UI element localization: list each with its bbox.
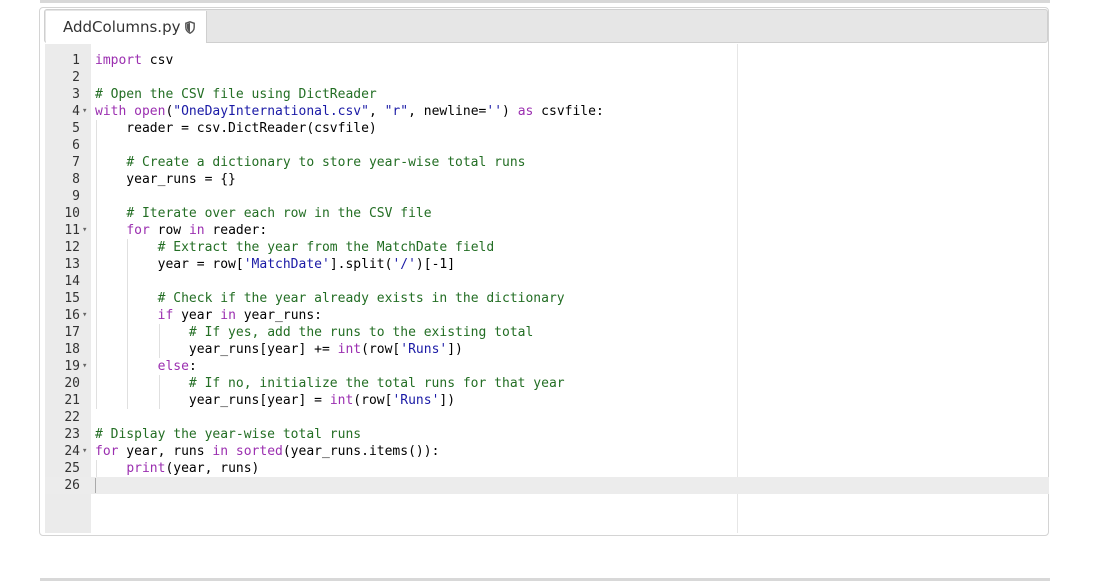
indent-guide (96, 120, 97, 409)
code-line[interactable]: 15 # Check if the year already exists in… (45, 290, 1049, 307)
line-number: 12 (64, 240, 80, 255)
line-number: 6 (72, 138, 80, 153)
fold-toggle-icon[interactable]: ▾ (82, 222, 92, 239)
line-number: 8 (72, 172, 80, 187)
code-line[interactable]: 9 (45, 188, 1049, 205)
code-line[interactable]: 24 ▾ for year, runs in sorted(year_runs.it… (45, 443, 1049, 460)
indent-guide (158, 375, 160, 409)
line-number: 26 (64, 478, 80, 493)
code-line[interactable]: 19 ▾ else: (45, 358, 1049, 375)
line-number: 17 (64, 325, 80, 340)
line-code: # Create a dictionary to store year-wise… (126, 155, 526, 170)
indent-guide (158, 324, 160, 358)
line-code: year = row['MatchDate'].split('/')[-1] (95, 257, 456, 272)
indent-guide (96, 460, 97, 477)
line-code: print(year, runs) (126, 461, 260, 476)
line-code: # Open the CSV file using DictReader (95, 87, 377, 102)
line-code: import csv (95, 53, 174, 68)
top-divider (40, 0, 1050, 3)
line-number: 9 (72, 189, 80, 204)
line-number: 23 (64, 427, 80, 442)
code-line[interactable]: 6 (45, 137, 1049, 154)
line-code: for row in reader: (126, 223, 268, 238)
fold-toggle-icon[interactable]: ▾ (82, 443, 92, 460)
line-number: 5 (72, 121, 80, 136)
line-code: year_runs[year] += int(row['Runs']) (95, 342, 463, 357)
code-editor-panel: AddColumns.py 1 import csv 2 3 # Open the CS… (39, 7, 1049, 536)
code-line[interactable]: 1 import csv (45, 52, 1049, 69)
line-code: # Display the year-wise total runs (95, 427, 362, 442)
code-line[interactable]: 18 year_runs[year] += int(row['Runs']) (45, 341, 1049, 358)
code-line[interactable]: 17 # If yes, add the runs to the existin… (45, 324, 1049, 341)
line-code: # Iterate over each row in the CSV file (126, 206, 432, 221)
line-code: with open("OneDayInternational.csv", "r"… (95, 104, 604, 119)
code-line[interactable]: 3 # Open the CSV file using DictReader (45, 86, 1049, 103)
line-number: 15 (64, 291, 80, 306)
code-line[interactable]: 26 (45, 477, 1049, 494)
line-number: 2 (72, 70, 80, 85)
fold-toggle-icon[interactable]: ▾ (82, 307, 92, 324)
code-line[interactable]: 23 # Display the year-wise total runs (45, 426, 1049, 443)
line-code: # If no, initialize the total runs for t… (188, 376, 565, 391)
line-number: 18 (64, 342, 80, 357)
line-code: # If yes, add the runs to the existing t… (188, 325, 534, 340)
code-line[interactable]: 7 # Create a dictionary to store year-wi… (45, 154, 1049, 171)
line-number: 14 (64, 274, 80, 289)
code-line[interactable]: 8 year_runs = {} (45, 171, 1049, 188)
line-number: 7 (72, 155, 80, 170)
line-number: 11 (64, 223, 80, 238)
text-cursor (95, 478, 96, 493)
line-code: # Check if the year already exists in th… (157, 291, 565, 306)
line-number: 19 (64, 359, 80, 374)
line-code: for year, runs in sorted(year_runs.items… (95, 444, 440, 459)
code-line[interactable]: 16 ▾ if year in year_runs: (45, 307, 1049, 324)
code-line[interactable]: 2 (45, 69, 1049, 86)
tab-addcolumns-py[interactable]: AddColumns.py (46, 11, 207, 43)
code-line[interactable]: 21 year_runs[year] = int(row['Runs']) (45, 392, 1049, 409)
line-code: year_runs = {} (95, 172, 236, 187)
line-number: 21 (64, 393, 80, 408)
tab-bar: AddColumns.py (44, 9, 1048, 43)
line-code: # Extract the year from the MatchDate fi… (157, 240, 495, 255)
code-line[interactable]: 4 ▾ with open("OneDayInternational.csv", "… (45, 103, 1049, 120)
code-line[interactable]: 14 (45, 273, 1049, 290)
line-number: 10 (64, 206, 80, 221)
indent-guide (127, 239, 129, 409)
code-lines[interactable]: 1 import csv 2 3 # Open the CSV file using D… (45, 44, 1049, 533)
code-line[interactable]: 13 year = row['MatchDate'].split('/')[-1… (45, 256, 1049, 273)
code-line[interactable]: 20 # If no, initialize the total runs fo… (45, 375, 1049, 392)
code-line[interactable]: 25 print(year, runs) (45, 460, 1049, 477)
line-code: reader = csv.DictReader(csvfile) (95, 121, 377, 136)
line-number: 22 (64, 410, 80, 425)
line-number: 1 (72, 53, 80, 68)
fold-toggle-icon[interactable]: ▾ (82, 358, 92, 375)
code-line[interactable]: 22 (45, 409, 1049, 426)
line-number: 13 (64, 257, 80, 272)
line-number: 3 (72, 87, 80, 102)
code-line[interactable]: 12 # Extract the year from the MatchDate… (45, 239, 1049, 256)
line-code: if year in year_runs: (157, 308, 322, 323)
line-code: year_runs[year] = int(row['Runs']) (95, 393, 456, 408)
tab-filename: AddColumns.py (63, 18, 181, 36)
line-number: 20 (64, 376, 80, 391)
code-line[interactable]: 5 reader = csv.DictReader(csvfile) (45, 120, 1049, 137)
code-line[interactable]: 11 ▾ for row in reader: (45, 222, 1049, 239)
line-number: 16 (64, 308, 80, 323)
line-number: 24 (64, 444, 80, 459)
fold-toggle-icon[interactable]: ▾ (82, 103, 92, 120)
line-number: 4 (72, 104, 80, 119)
shield-icon (185, 20, 196, 34)
line-number: 25 (64, 461, 80, 476)
line-code: else: (157, 359, 197, 374)
code-line[interactable]: 10 # Iterate over each row in the CSV fi… (45, 205, 1049, 222)
